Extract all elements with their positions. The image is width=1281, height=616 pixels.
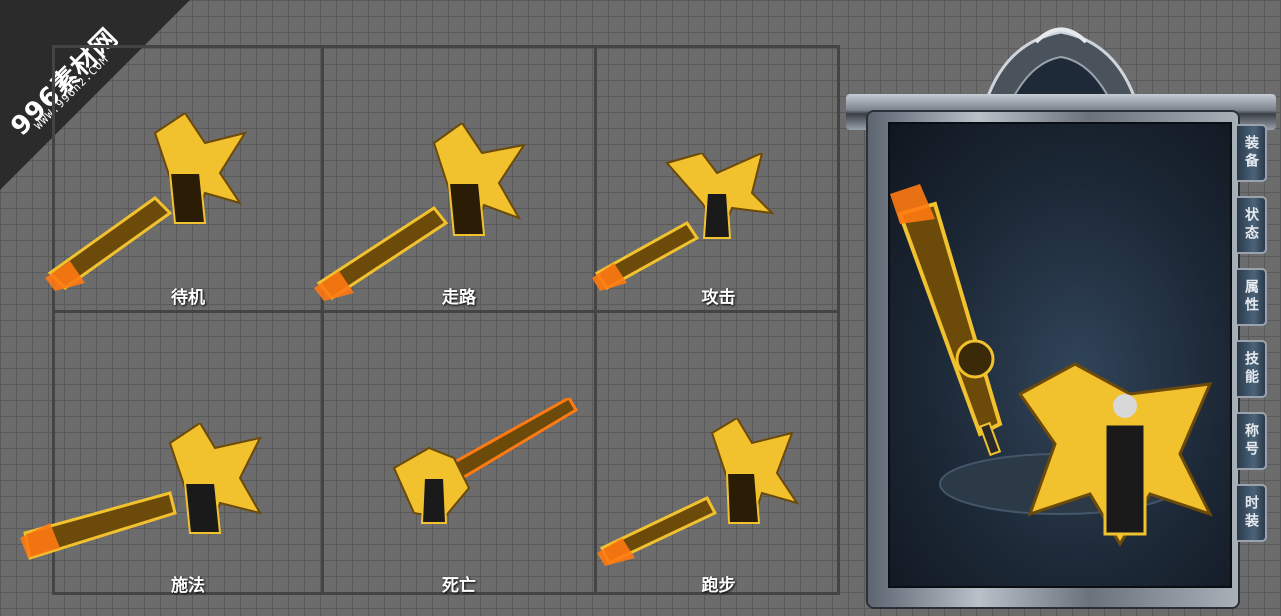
animation-cell-attack[interactable]: 攻击 — [592, 48, 840, 310]
character-preview — [890, 184, 1213, 547]
floating-sword — [890, 184, 1003, 457]
animation-label: 跑步 — [701, 576, 736, 596]
sprite-cast — [20, 423, 263, 560]
tab-label: 装备 — [1243, 135, 1259, 171]
character-viewport — [888, 122, 1232, 588]
animation-label: 走路 — [442, 288, 476, 308]
animation-preview-grid: 待机 走路 攻击 施法 死亡 跑步 — [20, 45, 840, 596]
animation-label: 施法 — [171, 576, 205, 596]
warrior-sprite — [45, 113, 248, 291]
sprite-idle — [45, 113, 248, 291]
tab-fashion[interactable]: 时装 — [1237, 484, 1267, 542]
sprite-attack — [592, 153, 775, 291]
animation-cell-death[interactable]: 死亡 — [324, 313, 594, 596]
animation-cell-cast[interactable]: 施法 — [20, 313, 321, 596]
tab-label: 技能 — [1243, 351, 1259, 387]
sprite-walk — [314, 123, 527, 301]
tab-title[interactable]: 称号 — [1237, 412, 1267, 470]
sprite-death — [392, 398, 579, 524]
tab-label: 时装 — [1243, 495, 1259, 531]
animation-cell-idle[interactable]: 待机 — [45, 48, 321, 310]
animation-label: 死亡 — [442, 576, 476, 596]
equipment-panel: 装备 状态 属性 技能 称号 时装 — [846, 22, 1276, 612]
animation-label: 待机 — [171, 288, 205, 308]
panel-side-tabs: 装备 状态 属性 技能 称号 时装 — [1237, 124, 1271, 556]
tab-skills[interactable]: 技能 — [1237, 340, 1267, 398]
tab-label: 属性 — [1243, 279, 1259, 315]
tab-status[interactable]: 状态 — [1237, 196, 1267, 254]
animation-cell-walk[interactable]: 走路 — [314, 48, 594, 310]
tab-label: 状态 — [1243, 207, 1259, 243]
tab-attributes[interactable]: 属性 — [1237, 268, 1267, 326]
animation-label: 攻击 — [701, 288, 736, 308]
tab-equipment[interactable]: 装备 — [1237, 124, 1267, 182]
sprite-run — [597, 418, 800, 566]
animation-cell-run[interactable]: 跑步 — [597, 313, 840, 596]
tab-label: 称号 — [1243, 423, 1259, 459]
